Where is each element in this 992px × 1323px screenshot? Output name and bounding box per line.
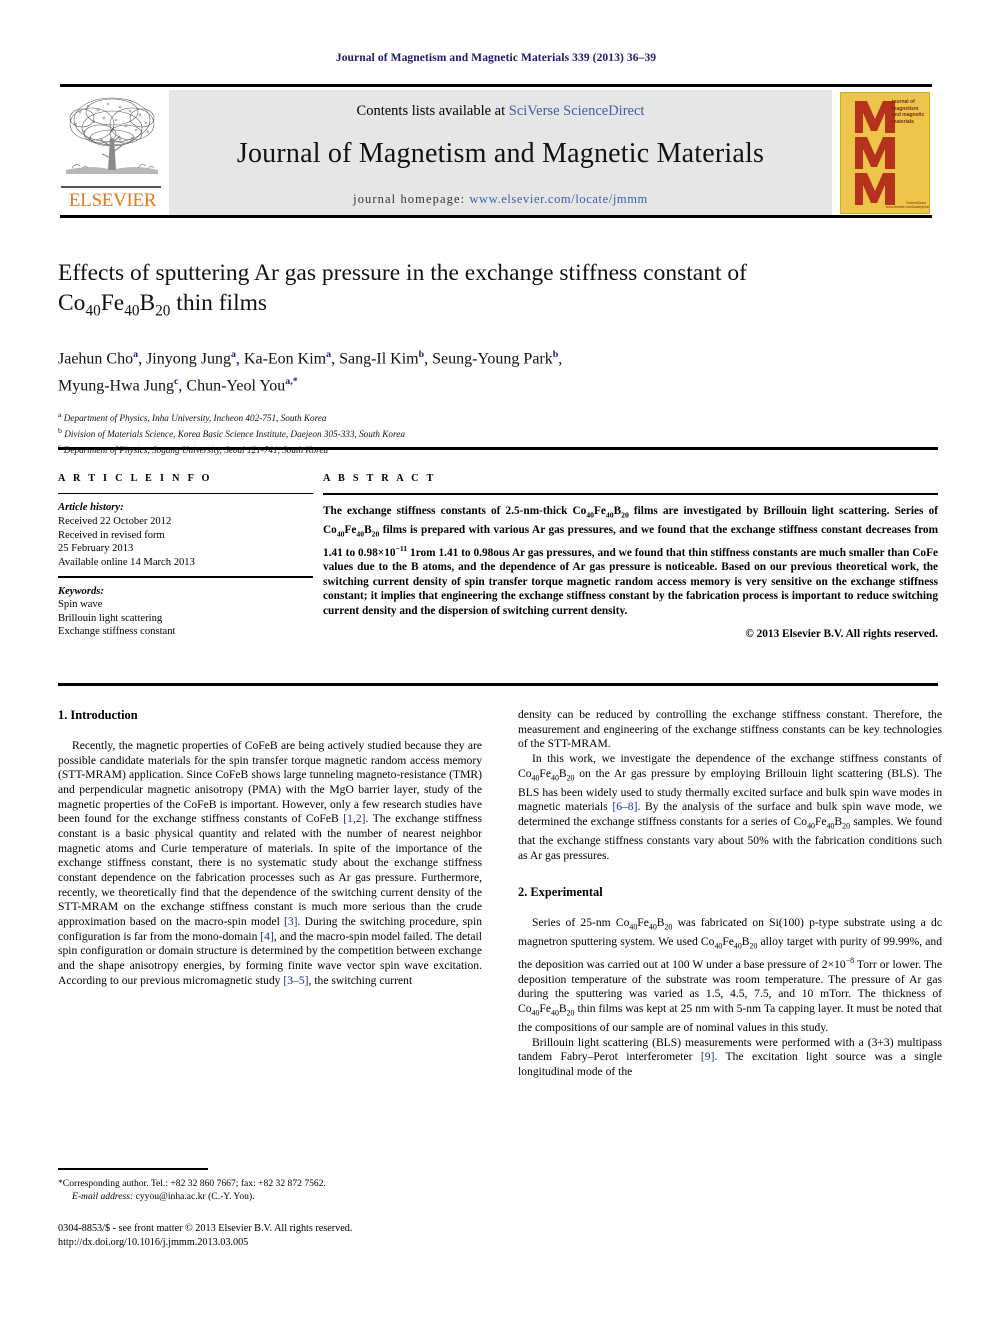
- imprint-block: 0304-8853/$ - see front matter © 2013 El…: [58, 1222, 528, 1250]
- elsevier-logo: ELSEVIER: [60, 90, 165, 218]
- masthead-bottom-rule: [60, 215, 932, 218]
- body-columns: 1. Introduction Recently, the magnetic p…: [58, 708, 942, 1080]
- contents-prefix: Contents lists available at: [356, 103, 509, 119]
- article-history-label: Article history:: [58, 502, 124, 514]
- author-list: Jaehun Choa, Jinyong Junga, Ka-Eon Kima,…: [58, 343, 938, 398]
- keyword-item: Brillouin light scattering: [58, 612, 163, 624]
- journal-cover-thumbnail: journal of magnetism and magnetic materi…: [836, 90, 932, 218]
- journal-masthead: ELSEVIER Contents lists available at Sci…: [60, 84, 932, 218]
- intro-paragraph-2: In this work, we investigate the depende…: [518, 751, 943, 862]
- article-info-column: A R T I C L E I N F O Article history: R…: [58, 473, 313, 640]
- abstract-rule: [323, 493, 938, 496]
- email-address[interactable]: cyyou@inha.ac.kr (C.-Y. You).: [133, 1191, 255, 1202]
- homepage-prefix: journal homepage:: [353, 192, 470, 206]
- elsevier-divider: [61, 186, 161, 188]
- elsevier-tree-icon: [62, 94, 162, 182]
- keyword-item: Spin wave: [58, 599, 103, 611]
- paper-title-line1: Effects of sputtering Ar gas pressure in…: [58, 260, 747, 286]
- cover-title-text: journal of magnetism and magnetic materi…: [892, 99, 925, 125]
- cover-art: journal of magnetism and magnetic materi…: [840, 92, 930, 214]
- page-title: Effects of sputtering Ar gas pressure in…: [58, 258, 938, 327]
- affiliation-b: b Division of Materials Science, Korea B…: [58, 426, 405, 440]
- article-info-top-rule: [58, 447, 938, 450]
- history-item: Received in revised form: [58, 529, 165, 541]
- imprint-issn-line: 0304-8853/$ - see front matter © 2013 El…: [58, 1223, 353, 1234]
- title-block: Effects of sputtering Ar gas pressure in…: [58, 258, 938, 456]
- paper-title-line2: Co40Fe40B20 thin films: [58, 290, 268, 320]
- author-line-1: Jaehun Choa, Jinyong Junga, Ka-Eon Kima,…: [58, 348, 563, 368]
- body-column-left: 1. Introduction Recently, the magnetic p…: [58, 708, 482, 1080]
- citation-6-8[interactable]: [6–8]: [612, 800, 637, 813]
- abstract-column: A B S T R A C T The exchange stiffness c…: [323, 473, 938, 640]
- journal-homepage-line: journal homepage: www.elsevier.com/locat…: [169, 170, 832, 207]
- intro-paragraph-1-cont: density can be reduced by controlling th…: [518, 708, 942, 751]
- article-history: Article history: Received 22 October 201…: [58, 501, 313, 569]
- journal-title: Journal of Magnetism and Magnetic Materi…: [236, 138, 765, 169]
- body-column-right: density can be reduced by controlling th…: [518, 708, 942, 1080]
- author-line-2: Myung-Hwa Jungc, Chun-Yeol Youa,*: [58, 376, 298, 395]
- citation-9[interactable]: [9]: [701, 1050, 715, 1063]
- sciencedirect-link[interactable]: SciVerse ScienceDirect: [509, 103, 645, 119]
- abstract-heading: A B S T R A C T: [323, 473, 437, 484]
- intro-paragraph-1: Recently, the magnetic properties of CoF…: [58, 739, 483, 987]
- citation-3-5[interactable]: [3–5]: [283, 974, 308, 987]
- body-top-rule: [58, 683, 938, 686]
- imprint-doi-line[interactable]: http://dx.doi.org/10.1016/j.jmmm.2013.03…: [58, 1236, 528, 1250]
- keywords: Keywords: Spin wave Brillouin light scat…: [58, 585, 313, 639]
- experimental-paragraph-1: Series of 25-nm Co40Fe40B20 was fabricat…: [518, 916, 943, 1034]
- experimental-paragraph-2: Brillouin light scattering (BLS) measure…: [518, 1035, 942, 1078]
- footnote-rule: [58, 1168, 208, 1170]
- keywords-rule: [58, 576, 313, 578]
- contents-available-line: Contents lists available at SciVerse Sci…: [169, 90, 832, 120]
- keyword-item: Exchange stiffness constant: [58, 626, 176, 638]
- affiliation-a: a Department of Physics, Inha University…: [58, 410, 327, 424]
- citation-4[interactable]: [4]: [260, 930, 274, 943]
- history-item: Received 22 October 2012: [58, 515, 172, 527]
- journal-band: Contents lists available at SciVerse Sci…: [169, 90, 832, 218]
- keywords-label: Keywords:: [58, 585, 104, 597]
- abstract-copyright: © 2013 Elsevier B.V. All rights reserved…: [745, 627, 938, 640]
- article-info-heading: A R T I C L E I N F O: [58, 473, 213, 484]
- corresponding-author-line: *Corresponding author. Tel.: +82 32 860 …: [58, 1178, 326, 1189]
- abstract-text: The exchange stiffness constants of 2.5-…: [323, 505, 938, 618]
- citation-1-2[interactable]: [1,2]: [343, 812, 365, 825]
- elsevier-wordmark: ELSEVIER: [68, 190, 157, 211]
- citation-3[interactable]: [3]: [284, 915, 298, 928]
- article-info-rule: [58, 493, 313, 495]
- history-item: 25 February 2013: [58, 543, 134, 555]
- info-abstract-region: A R T I C L E I N F O Article history: R…: [58, 473, 938, 640]
- cover-footer-text: ScienceDirect www.elsevier.com/locate/jm…: [886, 201, 930, 209]
- footnote-corresponding-author: *Corresponding author. Tel.: +82 32 860 …: [58, 1178, 482, 1203]
- email-label: E-mail address:: [72, 1190, 134, 1202]
- running-head: Journal of Magnetism and Magnetic Materi…: [335, 52, 657, 64]
- section-heading-experimental: 2. Experimental: [518, 885, 603, 900]
- journal-homepage-link[interactable]: www.elsevier.com/locate/jmmm: [469, 192, 647, 206]
- history-item: Available online 14 March 2013: [58, 556, 195, 568]
- email-line: E-mail address: cyyou@inha.ac.kr (C.-Y. …: [58, 1191, 482, 1204]
- article-page: Journal of Magnetism and Magnetic Materi…: [0, 0, 992, 1323]
- section-heading-introduction: 1. Introduction: [58, 708, 138, 722]
